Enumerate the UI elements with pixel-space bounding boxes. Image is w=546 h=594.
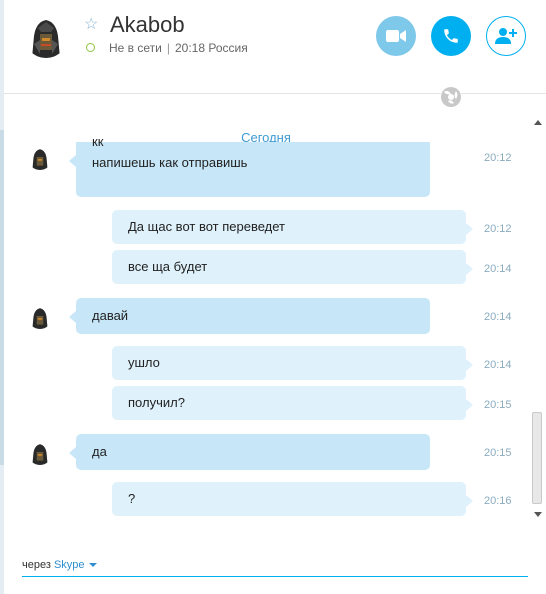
send-via-service-link[interactable]: Skype xyxy=(54,559,85,571)
incoming-message[interactable]: да xyxy=(69,434,430,470)
incoming-message-group[interactable]: кк напишешь как отправишь xyxy=(69,134,430,197)
message-list[interactable]: Сегодня кк напишешь как отправишь 20:12 … xyxy=(4,116,528,521)
message-text: ушло xyxy=(128,355,160,370)
video-call-icon xyxy=(386,30,406,42)
voice-call-button[interactable] xyxy=(431,16,471,56)
message-time: 20:15 xyxy=(484,399,512,411)
incoming-message[interactable]: давай xyxy=(69,298,430,334)
add-contact-button[interactable] xyxy=(486,16,526,56)
message-text: напишешь как отправишь xyxy=(92,155,248,170)
message-text: Да щас вот вот переведет xyxy=(128,219,285,234)
phone-call-icon xyxy=(444,29,458,43)
send-via-selector: через Skype xyxy=(22,559,97,571)
header-divider xyxy=(4,93,546,94)
video-call-button[interactable] xyxy=(376,16,416,56)
scroll-down-arrow-icon[interactable] xyxy=(534,512,542,517)
outgoing-message[interactable]: получил? xyxy=(112,386,473,420)
contact-local-time: 20:18 Россия xyxy=(174,41,248,55)
conversation-header: ☆ Akabob Не в сети | 20:18 Россия xyxy=(0,0,546,108)
contact-status: Не в сети xyxy=(109,41,162,55)
offline-status-icon xyxy=(86,43,95,52)
chat-scrollbar[interactable] xyxy=(528,116,546,521)
message-text: да xyxy=(92,444,107,459)
outgoing-message[interactable]: все ща будет xyxy=(112,250,473,284)
message-time: 20:14 xyxy=(484,359,512,371)
add-contact-icon xyxy=(495,28,517,44)
favorite-star-icon[interactable]: ☆ xyxy=(84,15,98,35)
outgoing-message[interactable]: ушло xyxy=(112,346,473,380)
message-text: все ща будет xyxy=(128,259,208,274)
message-time: 20:15 xyxy=(484,447,512,459)
sender-avatar[interactable] xyxy=(28,441,52,465)
outgoing-message[interactable]: ? xyxy=(112,482,473,516)
message-time: 20:16 xyxy=(484,495,512,507)
scroll-up-arrow-icon[interactable] xyxy=(534,120,542,125)
message-text: получил? xyxy=(128,395,185,410)
send-via-label: через xyxy=(22,559,51,571)
message-text: ? xyxy=(128,491,136,506)
scroll-thumb[interactable] xyxy=(532,412,542,504)
sender-avatar[interactable] xyxy=(28,146,52,170)
message-text: кк xyxy=(92,134,104,149)
contact-name[interactable]: Akabob xyxy=(110,12,185,38)
message-time: 20:12 xyxy=(484,223,512,235)
sender-avatar[interactable] xyxy=(28,305,52,329)
message-input-underline[interactable] xyxy=(22,576,528,577)
outgoing-message[interactable]: Да щас вот вот переведет xyxy=(112,210,473,244)
message-time: 20:12 xyxy=(484,152,512,164)
message-text: давай xyxy=(92,308,129,323)
contact-status-line: Не в сети | 20:18 Россия xyxy=(109,41,248,55)
message-time: 20:14 xyxy=(484,263,512,275)
status-separator: | xyxy=(166,41,170,55)
chevron-down-icon[interactable] xyxy=(88,563,97,568)
globe-icon[interactable] xyxy=(440,86,462,108)
contact-avatar[interactable] xyxy=(24,14,68,58)
message-time: 20:14 xyxy=(484,311,512,323)
